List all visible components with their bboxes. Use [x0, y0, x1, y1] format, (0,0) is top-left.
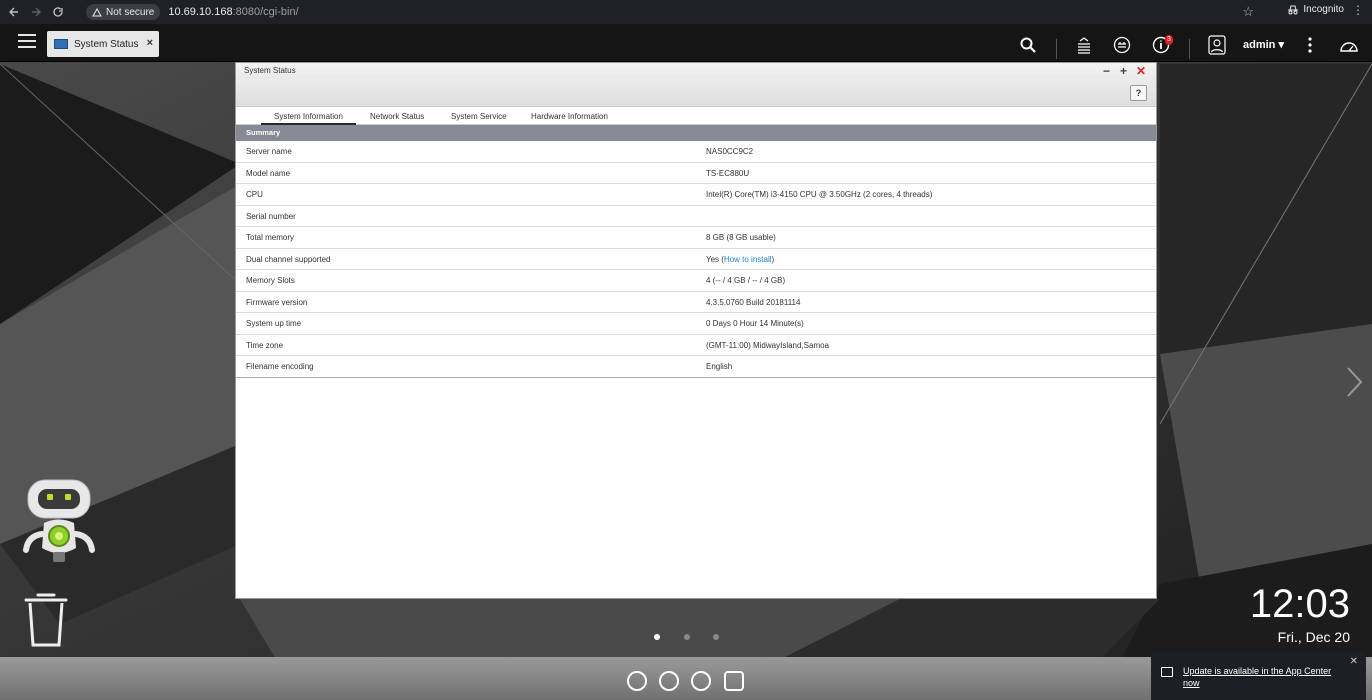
taskbar-tab-system-status[interactable]: System Status ×	[47, 31, 159, 57]
next-page-arrow-icon[interactable]	[1344, 366, 1364, 398]
tab-network-status[interactable]: Network Status	[370, 112, 424, 121]
row-value: 0 Days 0 Hour 14 Minute(s)	[706, 319, 804, 328]
row-value-text: Yes (	[706, 254, 724, 264]
url-path: :8080/cgi-bin/	[232, 6, 299, 18]
reload-icon[interactable]	[50, 4, 66, 20]
row-label: Filename encoding	[246, 362, 314, 371]
tab-system-service[interactable]: System Service	[451, 112, 507, 121]
row-value: 4 (-- / 4 GB / -- / 4 GB)	[706, 276, 786, 285]
forward-icon[interactable]	[28, 4, 44, 20]
row-value: NAS0CC9C2	[706, 147, 754, 156]
message-icon	[1161, 667, 1173, 677]
dashboard-icon[interactable]	[1338, 34, 1360, 56]
clock-date: Fri., Dec 20	[1277, 629, 1350, 645]
user-avatar-icon[interactable]	[1206, 34, 1228, 56]
page-dot-3[interactable]	[713, 634, 719, 640]
tab-close-icon[interactable]: ×	[147, 37, 153, 49]
user-menu[interactable]: admin ▾	[1243, 38, 1284, 51]
row-value: TS-EC880U	[706, 168, 750, 178]
toolbar-divider	[1189, 39, 1190, 59]
row-value: English	[706, 362, 733, 371]
warning-icon	[92, 7, 102, 16]
info-row-dual-channel: Dual channel supported Yes (How to instal…	[236, 249, 1156, 270]
row-value: (GMT-11:00) MidwayIsland,Samoa	[706, 340, 830, 350]
incognito-indicator[interactable]: Incognito	[1287, 4, 1344, 15]
username: admin	[1243, 39, 1276, 51]
dock-tools-icon[interactable]	[659, 671, 679, 691]
browser-toolbar: Not secure 10.69.10.168:8080/cgi-bin/ ☆ …	[0, 0, 1372, 24]
window-tabs: System Information Network Status System…	[236, 107, 1156, 125]
bookmark-star-icon[interactable]: ☆	[1242, 4, 1254, 20]
main-menu-icon[interactable]	[18, 34, 36, 50]
info-row-serial-number: Serial number	[236, 206, 1156, 227]
minimize-icon[interactable]: −	[1103, 63, 1110, 79]
row-value: 8 GB (8 GB usable)	[706, 233, 776, 242]
update-notification[interactable]: Update is available in the App Center no…	[1151, 652, 1366, 700]
row-label: System up time	[246, 319, 302, 328]
search-icon[interactable]	[1017, 34, 1039, 56]
row-label: Time zone	[246, 340, 284, 350]
taskbar-tab-label: System Status	[74, 38, 139, 50]
tab-system-information[interactable]: System Information	[261, 112, 356, 125]
external-device-icon[interactable]	[1111, 34, 1133, 56]
info-row-total-memory: Total memory 8 GB (8 GB usable)	[236, 227, 1156, 249]
browser-menu-icon[interactable]: ⋮	[1352, 3, 1364, 17]
monitor-icon	[54, 39, 68, 49]
back-icon[interactable]	[6, 4, 22, 20]
address-bar[interactable]: Not secure 10.69.10.168:8080/cgi-bin/	[86, 3, 299, 21]
url-text: 10.69.10.168:8080/cgi-bin/	[168, 6, 298, 18]
row-value: 4.3.5.0760 Build 20181114	[706, 297, 801, 307]
recycle-bin-icon[interactable]	[24, 591, 68, 647]
url-host: 10.69.10.168	[168, 6, 233, 18]
background-tasks-icon[interactable]	[1073, 34, 1095, 56]
row-label: CPU	[246, 190, 263, 199]
security-chip[interactable]: Not secure	[86, 4, 161, 20]
chevron-down-icon: ▾	[1278, 39, 1284, 51]
row-label: Model name	[246, 168, 291, 178]
row-label: Dual channel supported	[246, 254, 331, 264]
row-label: Serial number	[246, 211, 296, 221]
info-row-memory-slots: Memory Slots 4 (-- / 4 GB / -- / 4 GB)	[236, 270, 1156, 292]
row-value: Yes (How to install)	[706, 255, 774, 264]
how-to-install-link[interactable]: How to install	[724, 255, 772, 264]
notification-badge: 3	[1165, 35, 1173, 45]
incognito-icon	[1288, 5, 1299, 14]
update-notification-link[interactable]: Update is available in the App Center no…	[1183, 665, 1343, 689]
window-toolbar: ?	[236, 79, 1156, 107]
dock-book-icon[interactable]	[691, 671, 711, 691]
close-icon[interactable]: ✕	[1136, 63, 1146, 79]
dock-edit-icon[interactable]	[724, 671, 744, 691]
dock-cloud-icon[interactable]	[627, 671, 647, 691]
security-label: Not secure	[106, 6, 155, 18]
window-titlebar[interactable]: System Status − + ✕	[236, 63, 1156, 79]
summary-section-header: Summary	[236, 125, 1156, 141]
maximize-icon[interactable]: +	[1120, 63, 1127, 79]
info-row-model-name: Model name TS-EC880U	[236, 163, 1156, 184]
info-row-firmware-version: Firmware version 4.3.5.0760 Build 2018111…	[236, 292, 1156, 313]
info-row-time-zone: Time zone (GMT-11:00) MidwayIsland,Samoa	[236, 335, 1156, 356]
row-label: Firmware version	[246, 297, 308, 307]
row-label: Total memory	[246, 233, 295, 242]
info-row-filename-encoding: Filename encoding English	[236, 356, 1156, 378]
incognito-label: Incognito	[1303, 4, 1344, 15]
info-row-server-name: Server name NAS0CC9C2	[236, 141, 1156, 163]
system-status-window: System Status − + ✕ ? System Information…	[235, 62, 1157, 599]
notification-close-icon[interactable]: ✕	[1350, 656, 1358, 667]
toolbar-divider	[1056, 39, 1057, 59]
tab-hardware-information[interactable]: Hardware Information	[531, 112, 608, 121]
helpdesk-robot-icon[interactable]	[20, 478, 98, 568]
row-value: Intel(R) Core(TM) i3-4150 CPU @ 3.50GHz …	[706, 190, 933, 199]
more-options-icon[interactable]	[1299, 34, 1321, 56]
info-row-cpu: CPU Intel(R) Core(TM) i3-4150 CPU @ 3.50G…	[236, 184, 1156, 206]
info-row-system-up-time: System up time 0 Days 0 Hour 14 Minute(s)	[236, 313, 1156, 335]
help-button[interactable]: ?	[1130, 85, 1147, 101]
page-dot-2[interactable]	[684, 634, 690, 640]
row-value-suffix: )	[771, 254, 775, 264]
window-title: System Status	[244, 66, 296, 75]
clock-time: 12:03	[1249, 582, 1350, 626]
page-dot-1[interactable]	[654, 634, 660, 640]
row-label: Memory Slots	[246, 276, 295, 285]
row-label: Server name	[246, 147, 292, 156]
